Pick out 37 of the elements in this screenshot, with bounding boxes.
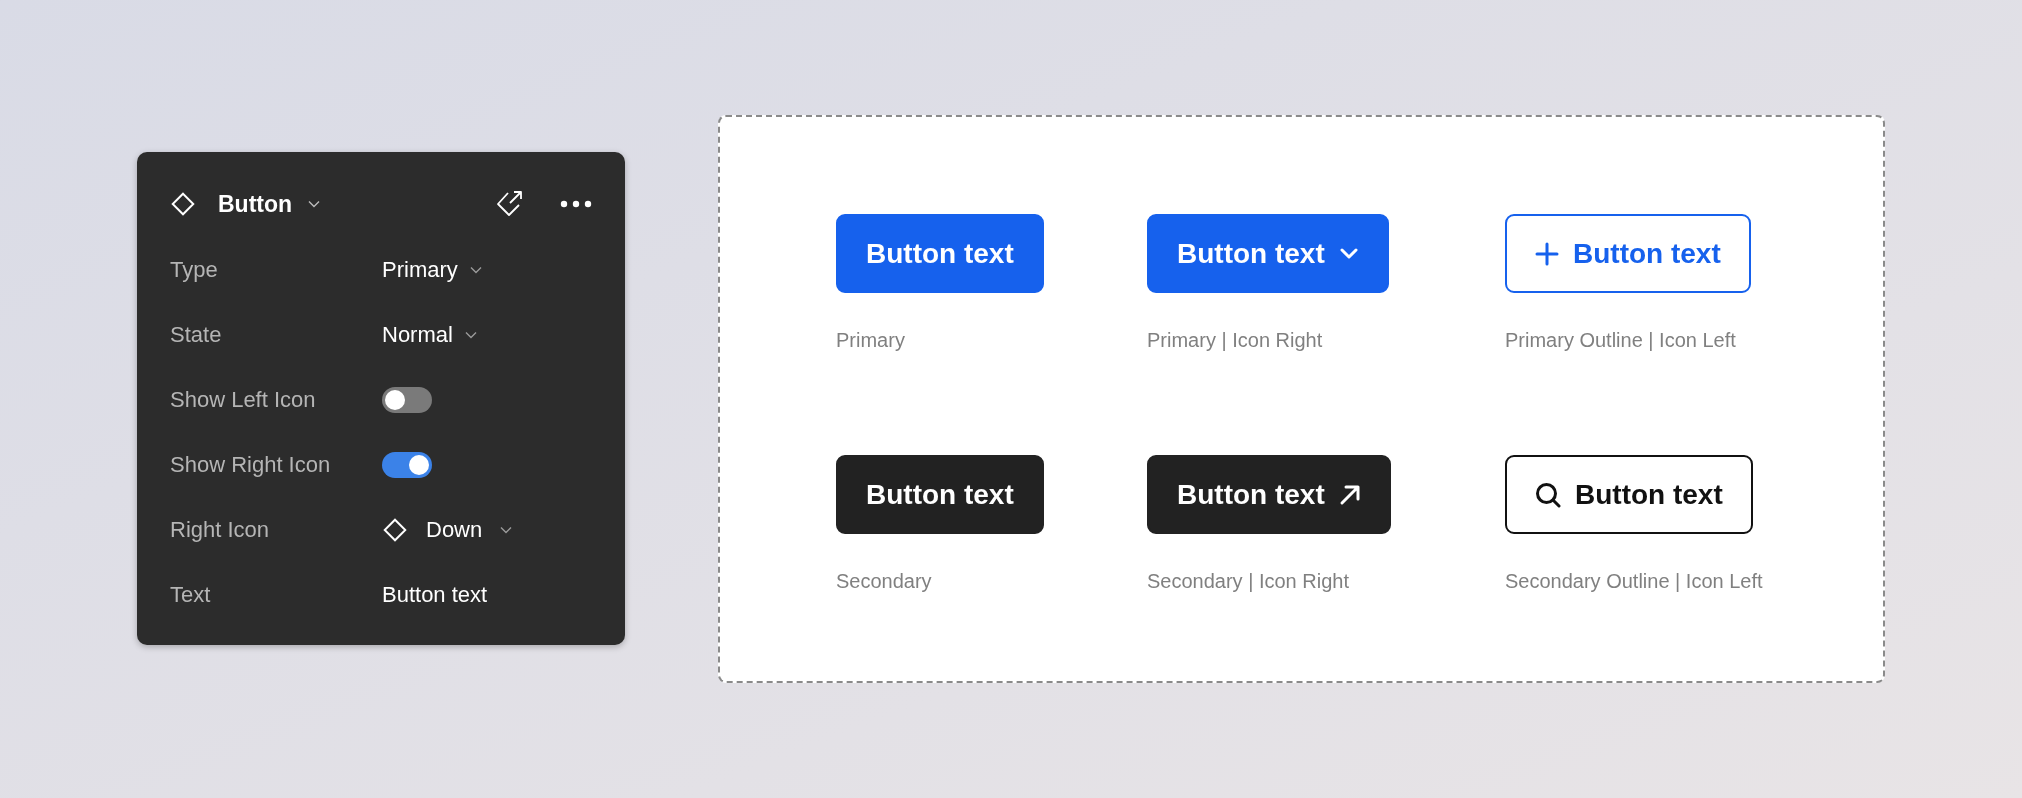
more-icon[interactable] [560, 200, 592, 208]
property-value[interactable]: Button text [382, 578, 488, 611]
variant-caption: Primary | Icon Right [1147, 328, 1323, 353]
chevron-down-icon [1338, 246, 1359, 261]
plus-icon [1535, 241, 1559, 266]
chevron-down-icon [464, 330, 477, 339]
variant-caption: Primary [836, 328, 905, 353]
chevron-down-icon [308, 200, 321, 208]
sample-button[interactable]: Button text [1505, 455, 1753, 534]
property-dropdown[interactable]: Primary [382, 253, 482, 286]
variant-caption: Secondary Outline | Icon Left [1505, 569, 1763, 594]
sample-button[interactable]: Button text [1505, 214, 1751, 293]
sample-button[interactable]: Button text [836, 214, 1044, 293]
sample-button[interactable]: Button text [836, 455, 1044, 534]
arrow-up-right-icon [1338, 483, 1361, 506]
sample-button[interactable]: Button text [1147, 214, 1389, 293]
property-label: Type [170, 256, 219, 284]
property-dropdown[interactable]: Down [382, 513, 513, 546]
property-dropdown[interactable]: Normal [382, 318, 477, 351]
component-title[interactable]: Button [218, 186, 293, 222]
chevron-down-icon [469, 265, 482, 274]
variant-caption: Secondary | Icon Right [1147, 569, 1349, 594]
variant-caption: Secondary [836, 569, 932, 594]
property-label: Right Icon [170, 516, 271, 544]
toggle-switch[interactable] [382, 386, 432, 413]
property-label: Show Right Icon [170, 451, 332, 479]
diamond-icon [170, 191, 196, 217]
search-icon [1535, 481, 1561, 508]
diamond-icon [382, 516, 408, 543]
toggle-switch[interactable] [382, 451, 432, 478]
property-label: Text [170, 581, 212, 609]
chevron-down-icon [500, 525, 513, 534]
property-label: Show Left Icon [170, 386, 317, 414]
variant-caption: Primary Outline | Icon Left [1505, 328, 1736, 353]
sample-button[interactable]: Button text [1147, 455, 1391, 534]
property-label: State [170, 321, 223, 349]
tag-arrow-icon[interactable] [494, 189, 524, 219]
